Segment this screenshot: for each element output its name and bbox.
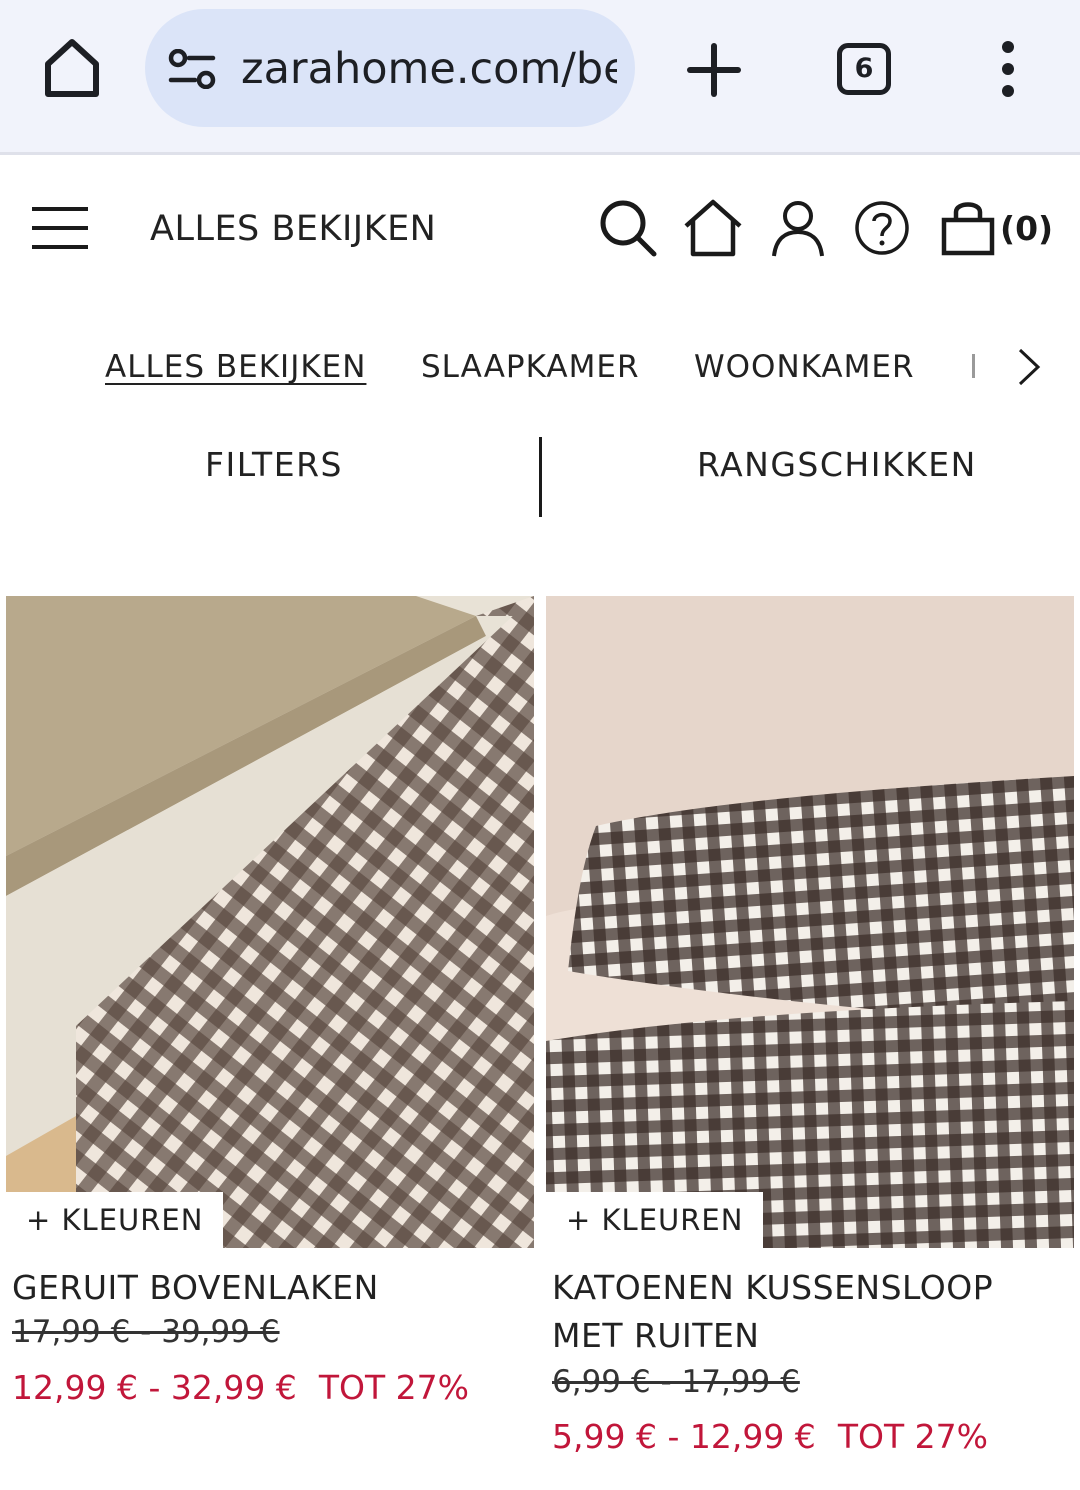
shopping-bag-icon[interactable] xyxy=(940,198,996,258)
chevron-right-icon[interactable] xyxy=(1010,344,1046,390)
toolbar-divider-vertical xyxy=(539,437,542,517)
sale-price: 12,99 € - 32,99 € xyxy=(12,1368,297,1407)
address-bar[interactable]: zarahome.com/be xyxy=(145,9,635,127)
category-tab-alles-bekijken[interactable]: ALLES BEKIJKEN xyxy=(105,345,366,389)
category-tab-partial[interactable] xyxy=(972,354,975,378)
product-image[interactable] xyxy=(6,596,534,1248)
new-tab-icon[interactable] xyxy=(686,42,742,98)
search-icon[interactable] xyxy=(598,198,658,258)
more-colors-badge[interactable]: + KLEUREN xyxy=(6,1192,224,1248)
account-icon[interactable] xyxy=(770,198,826,258)
sale-price: 5,99 € - 12,99 € xyxy=(552,1417,816,1456)
site-settings-icon[interactable] xyxy=(167,49,217,89)
filters-button[interactable]: FILTERS xyxy=(205,443,343,487)
sale-price-row: 12,99 € - 32,99 € TOT 27% xyxy=(12,1364,469,1412)
more-options-icon[interactable] xyxy=(992,40,1024,98)
cart-count[interactable]: (0) xyxy=(1000,206,1053,252)
tab-switcher-button[interactable]: 6 xyxy=(837,43,891,95)
home-icon[interactable] xyxy=(682,198,744,258)
category-tab-slaapkamer[interactable]: SLAAPKAMER xyxy=(421,345,640,389)
sale-price-row: 5,99 € - 12,99 € TOT 27% xyxy=(552,1413,988,1461)
product-image[interactable] xyxy=(546,596,1074,1248)
toolbar-divider xyxy=(0,152,1080,155)
product-name[interactable]: GERUIT BOVENLAKEN xyxy=(12,1264,512,1312)
original-price: 6,99 € - 17,99 € xyxy=(552,1364,800,1400)
original-price: 17,99 € - 39,99 € xyxy=(12,1314,280,1350)
page-title: ALLES BEKIJKEN xyxy=(150,209,437,249)
browser-toolbar: zarahome.com/be 6 xyxy=(0,0,1080,152)
url-text[interactable]: zarahome.com/be xyxy=(241,39,617,99)
menu-icon[interactable] xyxy=(30,205,90,251)
discount-label: TOT 27% xyxy=(318,1368,469,1407)
more-colors-badge[interactable]: + KLEUREN xyxy=(546,1192,764,1248)
home-icon[interactable] xyxy=(38,34,106,102)
help-icon[interactable] xyxy=(854,198,910,258)
product-name[interactable]: KATOENEN KUSSENSLOOP MET RUITEN xyxy=(552,1264,1052,1360)
discount-label: TOT 27% xyxy=(837,1417,988,1456)
sort-button[interactable]: RANGSCHIKKEN xyxy=(697,443,977,487)
category-tab-woonkamer[interactable]: WOONKAMER xyxy=(694,345,915,389)
